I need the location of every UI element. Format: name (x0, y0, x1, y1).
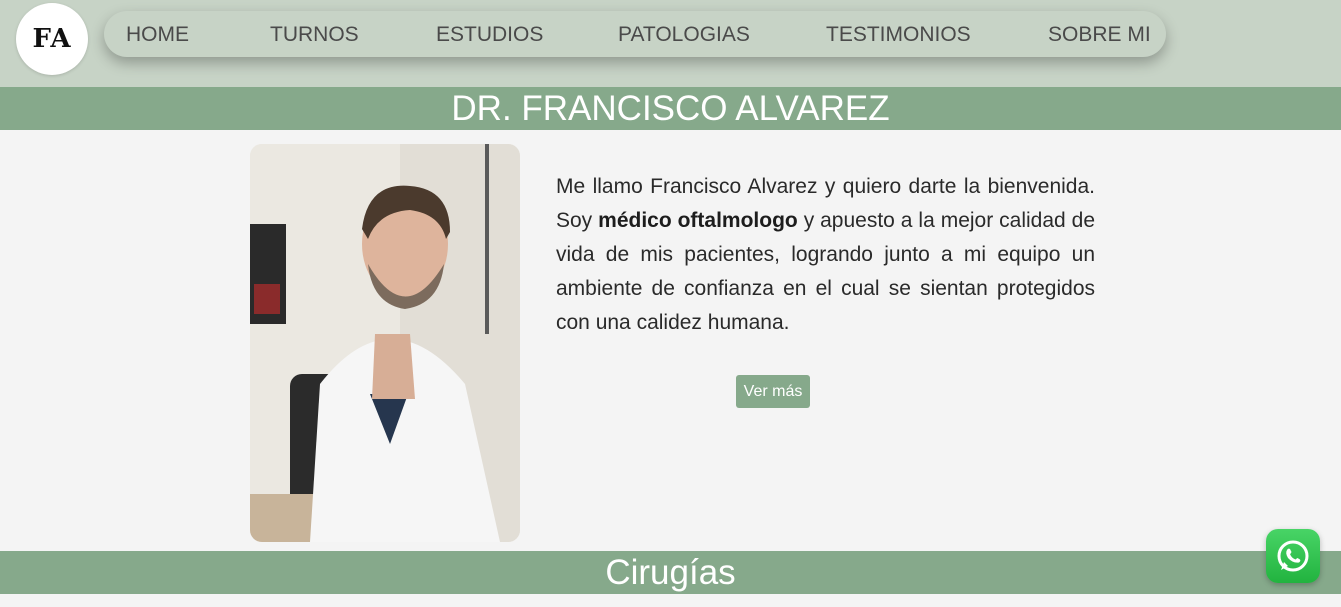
whatsapp-button[interactable] (1266, 529, 1320, 583)
page-title: DR. FRANCISCO ALVAREZ (451, 89, 890, 128)
doctor-portrait-image (250, 144, 520, 542)
logo-text: FA (32, 24, 72, 54)
nav-item-turnos[interactable]: TURNOS (270, 23, 359, 47)
whatsapp-icon (1277, 540, 1309, 572)
logo[interactable]: FA (16, 3, 88, 75)
nav-item-home[interactable]: HOME (126, 23, 189, 47)
main-nav: HOME TURNOS ESTUDIOS PATOLOGIAS TESTIMON… (104, 11, 1166, 57)
nav-item-estudios[interactable]: ESTUDIOS (436, 23, 543, 47)
bio-paragraph: Me llamo Francisco Alvarez y quiero dart… (556, 170, 1095, 340)
doctor-photo (250, 144, 520, 542)
nav-item-patologias[interactable]: PATOLOGIAS (618, 23, 750, 47)
nav-item-testimonios[interactable]: TESTIMONIOS (826, 23, 971, 47)
bio-text-bold: médico oftalmologo (598, 209, 798, 232)
header: FA HOME TURNOS ESTUDIOS PATOLOGIAS TESTI… (0, 0, 1341, 87)
hero-title-band: DR. FRANCISCO ALVAREZ (0, 87, 1341, 130)
ver-mas-button[interactable]: Ver más (736, 375, 810, 408)
nav-item-sobre-mi[interactable]: SOBRE MI (1048, 23, 1151, 47)
cirugias-section-band: Cirugías (0, 551, 1341, 594)
section-title: Cirugías (605, 553, 736, 592)
